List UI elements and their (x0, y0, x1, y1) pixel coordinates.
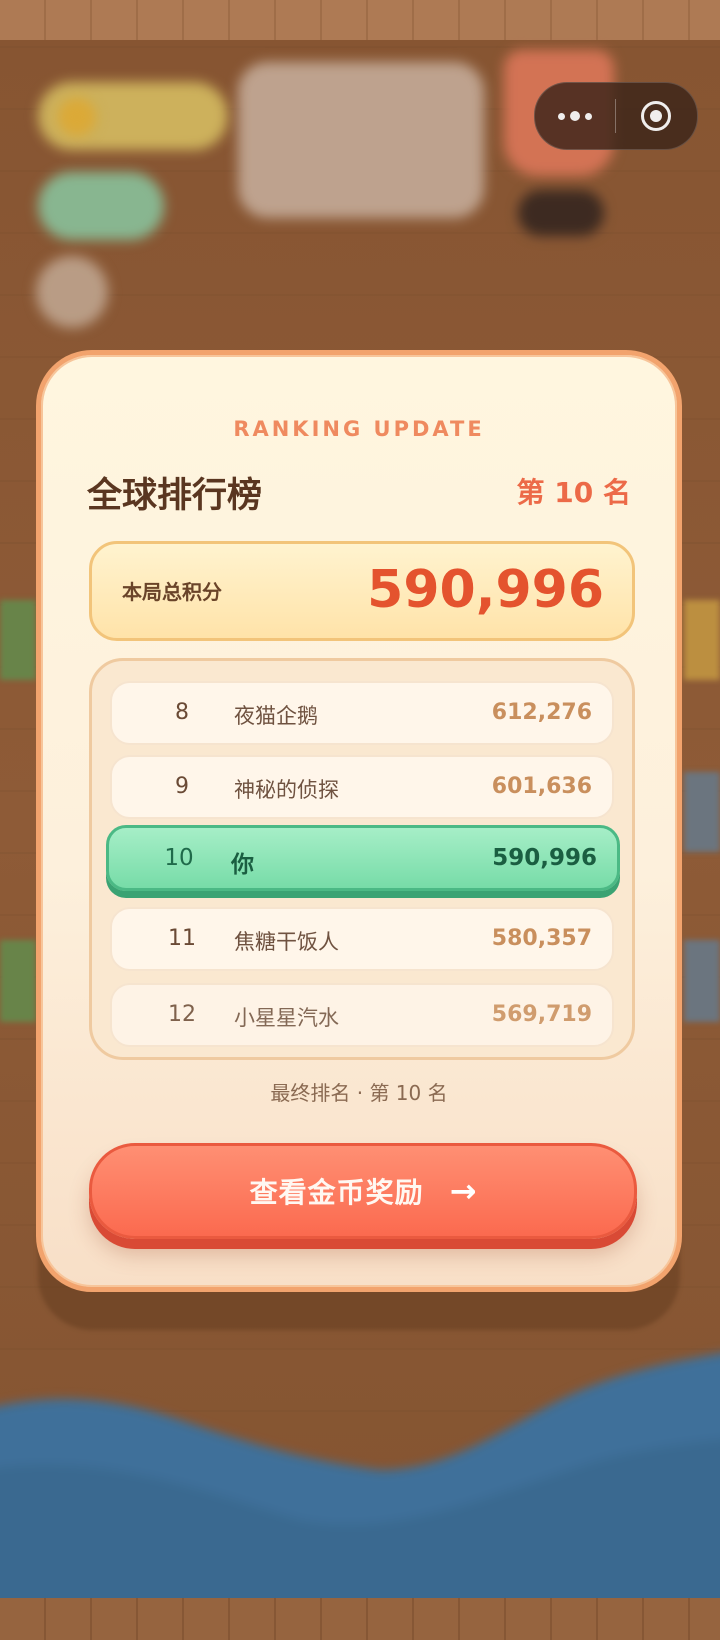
leaderboard-row-player: 10 你 590,996 (106, 825, 620, 891)
score-label: 本局总积分 (122, 580, 222, 604)
modal-title: 全球排行榜 (87, 476, 263, 516)
row-score: 590,996 (492, 845, 597, 871)
row-score: 612,276 (491, 700, 592, 725)
row-name: 神秘的侦探 (234, 778, 339, 802)
final-rank-text: 最终排名 · 第 10 名 (270, 1081, 448, 1105)
arrow-right-icon: → (449, 1172, 477, 1210)
row-name: 小星星汽水 (234, 1006, 339, 1030)
row-rank: 9 (175, 774, 189, 799)
row-score: 569,719 (491, 1002, 592, 1027)
leaderboard-row: 11 焦糖干饭人 580,357 (110, 907, 614, 971)
total-score-box: 本局总积分 590,996 (89, 541, 635, 641)
view-coin-reward-button[interactable]: 查看金币奖励 → (89, 1143, 637, 1239)
row-rank: 8 (175, 700, 189, 725)
row-rank: 11 (168, 926, 196, 951)
ranking-modal: RANKING UPDATE 全球排行榜 第 10 名 本局总积分 590,99… (36, 350, 682, 1292)
row-rank: 10 (164, 845, 194, 871)
row-name: 夜猫企鹅 (234, 704, 318, 728)
leaderboard-row: 8 夜猫企鹅 612,276 (110, 681, 614, 745)
rank-badge: 第 10 名 (516, 476, 631, 509)
row-score: 580,357 (491, 926, 592, 951)
leaderboard-row: 12 小星星汽水 569,719 (110, 983, 614, 1047)
row-rank: 12 (168, 1002, 196, 1027)
leaderboard-row: 9 神秘的侦探 601,636 (110, 755, 614, 819)
score-value: 590,996 (367, 560, 604, 620)
row-name: 你 (231, 852, 254, 878)
eyebrow-text: RANKING UPDATE (233, 417, 485, 441)
cta-label: 查看金币奖励 (249, 1176, 424, 1209)
row-score: 601,636 (491, 774, 592, 799)
leaderboard: 8 夜猫企鹅 612,276 9 神秘的侦探 601,636 10 你 590,… (89, 658, 635, 1060)
row-name: 焦糖干饭人 (234, 930, 339, 954)
